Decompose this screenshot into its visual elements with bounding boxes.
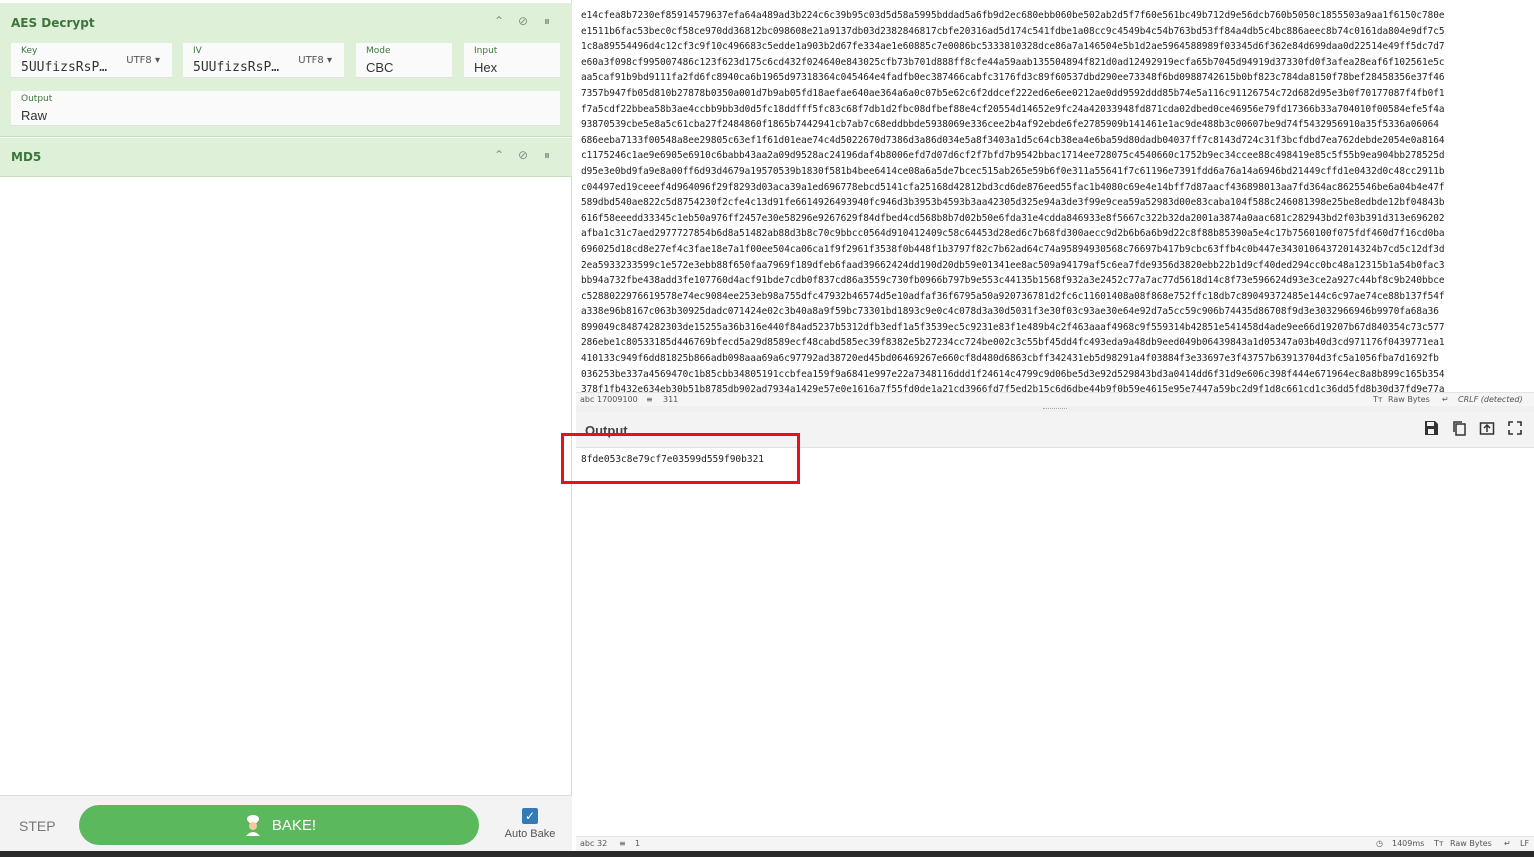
operation-title: MD5 bbox=[11, 150, 42, 164]
chevron-up-icon[interactable]: ⌃ bbox=[492, 14, 506, 29]
output-lines: 1 bbox=[635, 839, 641, 848]
step-button[interactable]: STEP bbox=[19, 818, 56, 834]
cyberchef-window: AES Decrypt ⌃ ⊘ ⏸ Key 5UUfizsRsP… UTF8 ▾… bbox=[0, 0, 1534, 857]
input-line: 286ebe1c80533185d446769bfecd5a29d8589ecf… bbox=[581, 337, 1445, 349]
bake-time: 1409ms bbox=[1392, 839, 1425, 848]
iv-value: 5UUfizsRsP… bbox=[193, 60, 280, 75]
input-line: 93870539cbe5e8a5c61cba27f2484860f1865b74… bbox=[581, 119, 1439, 131]
chevron-up-icon[interactable]: ⌃ bbox=[492, 148, 506, 163]
input-line: 696025d18cd8e27ef4c3fae18e7a1f00ee504ca0… bbox=[581, 243, 1445, 255]
input-line: 7357b947fb05d810b27878b0350a001d7b9ab05f… bbox=[581, 87, 1445, 99]
input-line: c5288022976619578e74ec9084ee253eb98a755d… bbox=[581, 290, 1445, 302]
key-label: Key bbox=[21, 46, 38, 56]
input-line: 410133c949f6dd81825b866adb098aaa69a6c977… bbox=[581, 353, 1439, 365]
input-line: bb94a732fbe438add3fe107760d4acf91bde7cdb… bbox=[581, 275, 1445, 287]
copy-icon[interactable] bbox=[1450, 420, 1468, 438]
chef-icon bbox=[245, 815, 260, 836]
pause-icon[interactable]: ⏸ bbox=[540, 14, 554, 29]
input-line: afba1c31c7aed2977727854b6d8a51482ab88d3b… bbox=[581, 228, 1445, 240]
iv-field[interactable]: IV 5UUfizsRsP… UTF8 ▾ bbox=[183, 43, 344, 78]
input-format-value: Hex bbox=[474, 60, 498, 75]
maximize-icon[interactable] bbox=[1506, 420, 1524, 438]
input-status-bar: abc 17009100 ≡ 311 Tт Raw Bytes ↵ CRLF (… bbox=[576, 392, 1534, 406]
input-line: d95e3e0bd9fa9e8a00ff6d93d4679a19570539b1… bbox=[581, 165, 1445, 177]
input-length: 17009100 bbox=[597, 395, 638, 404]
text-encoding-icon: Tт bbox=[1373, 395, 1383, 404]
input-line: aa5caf91b9bd9111fa2fd6fc8940ca6b1965d973… bbox=[581, 72, 1445, 84]
lines-icon: ≡ bbox=[619, 839, 626, 848]
eol-icon: ↵ bbox=[1442, 395, 1449, 404]
mode-label: Mode bbox=[366, 46, 391, 56]
operation-controls: ⌃ ⊘ ⏸ bbox=[492, 14, 554, 29]
input-eol[interactable]: CRLF (detected) bbox=[1458, 395, 1523, 404]
disable-icon[interactable]: ⊘ bbox=[516, 148, 530, 163]
bake-controls: STEP BAKE! ✓ Auto Bake bbox=[0, 795, 572, 857]
input-line: 616f58eeedd33345c1eb50a976ff2457e30e5829… bbox=[581, 212, 1445, 224]
input-line: e60a3f098cf995007486c123f623d175c6cd432f… bbox=[581, 56, 1445, 68]
length-icon: abc bbox=[580, 395, 595, 404]
key-field[interactable]: Key 5UUfizsRsP… UTF8 ▾ bbox=[11, 43, 172, 78]
text-encoding-icon: Tт bbox=[1434, 839, 1444, 848]
pause-icon[interactable]: ⏸ bbox=[540, 148, 554, 163]
key-value: 5UUfizsRsP… bbox=[21, 60, 108, 75]
input-line: e14cfea8b7230ef85914579637efa64a489ad3b2… bbox=[581, 10, 1445, 21]
input-line: 589dbd540ae822c5d8754230f2cfe4c13d91fe66… bbox=[581, 197, 1445, 209]
annotation-highlight-box bbox=[561, 433, 800, 484]
output-format-label: Output bbox=[21, 94, 53, 104]
input-line: 899049c84874282303de15255a36b316e440f84a… bbox=[581, 321, 1445, 333]
input-line: c04497ed19ceeef4d964096f29f8293d03aca39a… bbox=[581, 181, 1445, 193]
disable-icon[interactable]: ⊘ bbox=[516, 14, 530, 29]
input-line: 036253be337a4569470c1b85cbb34805191ccbfe… bbox=[581, 368, 1445, 380]
operation-aes-decrypt: AES Decrypt ⌃ ⊘ ⏸ Key 5UUfizsRsP… UTF8 ▾… bbox=[0, 3, 572, 137]
input-line: e1511b6fac53bec0cf58ce970dd36812bc098608… bbox=[581, 25, 1445, 37]
save-icon[interactable] bbox=[1422, 420, 1440, 438]
input-line: 2ea5933233599c1e572e3ebb88f650faa7969f18… bbox=[581, 259, 1445, 271]
output-encoding[interactable]: Raw Bytes bbox=[1450, 839, 1492, 848]
lines-icon: ≡ bbox=[646, 395, 653, 404]
auto-bake-label: Auto Bake bbox=[504, 828, 556, 840]
output-textarea[interactable]: 8fde053c8e79cf7e03599d559f90b321 bbox=[576, 448, 1534, 836]
operation-controls: ⌃ ⊘ ⏸ bbox=[492, 148, 554, 163]
input-line: 686eeba7133f00548a8ee29805c63ef1f61d01ea… bbox=[581, 134, 1445, 146]
output-length: 32 bbox=[597, 839, 608, 848]
replace-input-icon[interactable] bbox=[1478, 420, 1496, 438]
clock-icon: ◷ bbox=[1376, 839, 1383, 848]
input-lines: 311 bbox=[663, 395, 679, 404]
window-bottom-edge bbox=[0, 851, 1534, 857]
input-encoding[interactable]: Raw Bytes bbox=[1388, 395, 1430, 404]
operation-title: AES Decrypt bbox=[11, 16, 95, 30]
key-encoding-dropdown[interactable]: UTF8 ▾ bbox=[126, 55, 160, 66]
input-format-label: Input bbox=[474, 46, 498, 56]
eol-icon: ↵ bbox=[1504, 839, 1511, 848]
input-text: e14cfea8b7230ef85914579637efa64a489ad3b2… bbox=[581, 8, 1529, 392]
output-toolbar bbox=[1422, 420, 1524, 438]
operation-md5: MD5 ⌃ ⊘ ⏸ bbox=[0, 138, 572, 177]
output-format-value: Raw bbox=[21, 108, 48, 123]
iv-label: IV bbox=[193, 46, 202, 56]
iv-encoding-dropdown[interactable]: UTF8 ▾ bbox=[298, 55, 332, 66]
output-eol[interactable]: LF bbox=[1520, 839, 1529, 848]
checkbox-checked-icon[interactable]: ✓ bbox=[522, 808, 538, 824]
bake-button[interactable]: BAKE! bbox=[79, 805, 479, 845]
input-line: 378f1fb432e634eb30b51b8785db902ad7934a14… bbox=[581, 384, 1445, 392]
input-textarea[interactable]: e14cfea8b7230ef85914579637efa64a489ad3b2… bbox=[576, 0, 1534, 392]
bake-label: BAKE! bbox=[271, 816, 317, 834]
input-line: 1c8a89554496d4c12cf3c9f10c496683c5edde1a… bbox=[581, 41, 1445, 53]
output-format-field[interactable]: Output Raw bbox=[11, 91, 560, 126]
output-status-bar: abc 32 ≡ 1 ◷ 1409ms Tт Raw Bytes ↵ LF bbox=[576, 836, 1534, 851]
auto-bake-toggle[interactable]: ✓ Auto Bake bbox=[500, 808, 560, 840]
grip-icon bbox=[1043, 408, 1067, 409]
input-line: f7a5cdf22bbea58b3ae4ccbb9bb3d0d5fc18ddff… bbox=[581, 103, 1445, 115]
input-line: a338e96b8167c063b30925dadc071424e02c3b40… bbox=[581, 306, 1439, 318]
recipe-panel: AES Decrypt ⌃ ⊘ ⏸ Key 5UUfizsRsP… UTF8 ▾… bbox=[0, 0, 572, 857]
length-icon: abc bbox=[580, 839, 595, 848]
mode-field[interactable]: Mode CBC bbox=[356, 43, 452, 78]
mode-value: CBC bbox=[366, 60, 394, 75]
input-format-field[interactable]: Input Hex bbox=[464, 43, 560, 78]
input-line: c1175246c1ae9e6905e6910c6babb43aa2a09d95… bbox=[581, 150, 1445, 162]
